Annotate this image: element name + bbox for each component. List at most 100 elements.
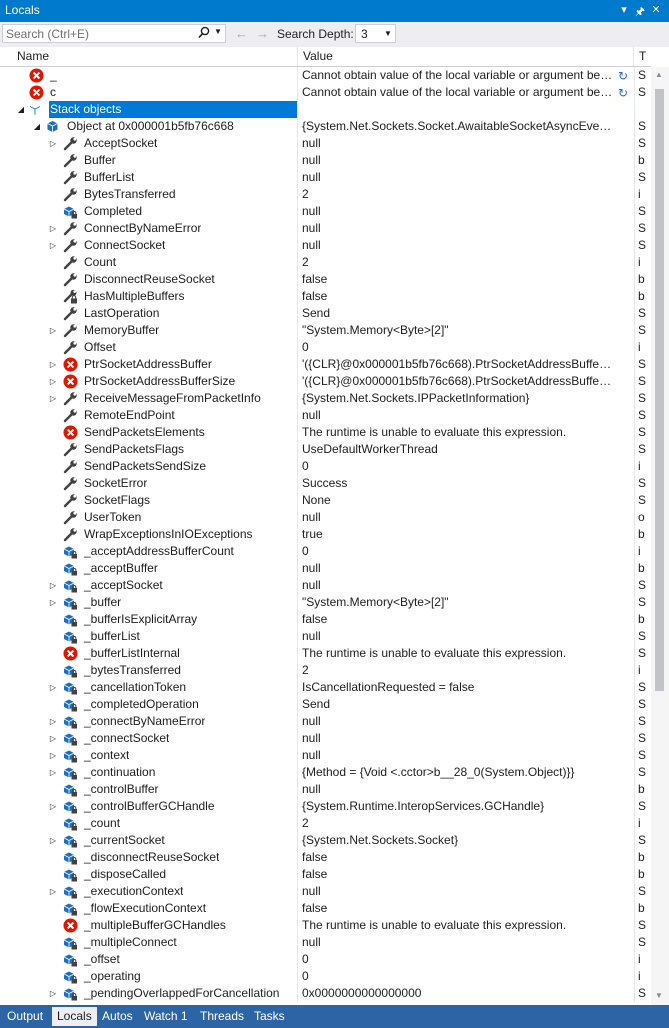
search-input[interactable] (6, 26, 192, 41)
grid-row[interactable]: _disconnectReuseSocket false b (0, 849, 651, 866)
tab-output[interactable]: Output (2, 1007, 48, 1026)
row-value[interactable]: false (302, 611, 614, 628)
row-value[interactable]: Send (302, 305, 614, 322)
collapse-triangle-icon[interactable]: ◢ (32, 121, 42, 132)
row-value[interactable]: null (302, 577, 614, 594)
expand-triangle-icon[interactable]: ▷ (48, 886, 58, 897)
grid-row[interactable]: SendPacketsSendSize 0 i (0, 458, 651, 475)
grid-row[interactable]: Count 2 i (0, 254, 651, 271)
row-value[interactable]: {System.Net.Sockets.Socket} (302, 832, 614, 849)
vertical-scrollbar[interactable]: ▲ ▼ (651, 67, 669, 1005)
row-value[interactable]: Cannot obtain value of the local variabl… (302, 67, 614, 84)
row-value[interactable]: 2 (302, 186, 614, 203)
row-value[interactable]: 0 (302, 458, 614, 475)
row-value[interactable]: {System.Runtime.InteropServices.GCHandle… (302, 798, 614, 815)
grid-row[interactable]: ▷ _continuation {Method = {Void <.cctor>b_… (0, 764, 651, 781)
expand-triangle-icon[interactable]: ▷ (48, 597, 58, 608)
search-depth-select[interactable]: 3 ▼ (355, 24, 396, 43)
grid-row[interactable]: ▷ _controlBufferGCHandle {System.Runtime.I… (0, 798, 651, 815)
scroll-up-arrow-icon[interactable]: ▲ (655, 70, 663, 79)
row-value[interactable]: null (302, 628, 614, 645)
grid-row[interactable]: RemoteEndPoint null S (0, 407, 651, 424)
grid-row[interactable]: SendPacketsFlags UseDefaultWorkerThread S (0, 441, 651, 458)
row-value[interactable]: null (302, 883, 614, 900)
column-header-value[interactable]: Value (298, 47, 634, 66)
column-header-type[interactable]: T (634, 47, 651, 66)
row-value[interactable]: {System.Net.Sockets.Socket.AwaitableSock… (302, 118, 614, 135)
expand-triangle-icon[interactable]: ▷ (48, 750, 58, 761)
grid-row[interactable]: Completed null S (0, 203, 651, 220)
grid-row[interactable]: Buffer null b (0, 152, 651, 169)
search-previous-arrow-left-icon[interactable]: ← (235, 26, 248, 41)
grid-row[interactable]: c Cannot obtain value of the local variab… (0, 84, 651, 101)
grid-row[interactable]: ▷ PtrSocketAddressBuffer '({CLR}@0x000001b… (0, 356, 651, 373)
row-value[interactable]: null (302, 781, 614, 798)
grid-row[interactable]: _bytesTransferred 2 i (0, 662, 651, 679)
row-value[interactable]: 0 (302, 339, 614, 356)
search-options-chevron-down-icon[interactable]: ▼ (214, 27, 222, 36)
row-value[interactable]: null (302, 730, 614, 747)
grid-row[interactable]: ▷ _acceptSocket null S (0, 577, 651, 594)
grid-row[interactable]: _acceptAddressBufferCount 0 i (0, 543, 651, 560)
dropdown-icon[interactable]: ▾ (617, 3, 631, 16)
row-value[interactable]: true (302, 526, 614, 543)
grid-row[interactable]: ▷ MemoryBuffer "System.Memory<Byte>[2]" S (0, 322, 651, 339)
grid-row[interactable]: ▷ _executionContext null S (0, 883, 651, 900)
row-value[interactable]: null (302, 237, 614, 254)
grid-row[interactable]: _offset 0 i (0, 951, 651, 968)
grid-row[interactable]: ▷ _context null S (0, 747, 651, 764)
row-value[interactable]: null (302, 509, 614, 526)
grid-row[interactable]: ▷ _connectByNameError null S (0, 713, 651, 730)
expand-triangle-icon[interactable]: ▷ (48, 359, 58, 370)
row-value[interactable]: {System.Net.Sockets.IPPacketInformation} (302, 390, 614, 407)
expand-triangle-icon[interactable]: ▷ (48, 801, 58, 812)
row-value[interactable]: The runtime is unable to evaluate this e… (302, 645, 614, 662)
grid-row[interactable]: _multipleConnect null S (0, 934, 651, 951)
row-value[interactable]: null (302, 152, 614, 169)
row-value[interactable]: false (302, 866, 614, 883)
expand-triangle-icon[interactable]: ▷ (48, 223, 58, 234)
grid-row[interactable]: _ Cannot obtain value of the local variab… (0, 67, 651, 84)
grid-row[interactable]: SocketError Success S (0, 475, 651, 492)
expand-triangle-icon[interactable]: ▷ (48, 835, 58, 846)
refresh-icon[interactable]: ↻ (618, 86, 628, 100)
grid-row[interactable]: _operating 0 i (0, 968, 651, 985)
row-value[interactable]: null (302, 747, 614, 764)
row-value[interactable]: Send (302, 696, 614, 713)
grid-row[interactable]: DisconnectReuseSocket false b (0, 271, 651, 288)
tab-tasks[interactable]: Tasks (249, 1007, 290, 1026)
row-value[interactable]: "System.Memory<Byte>[2]" (302, 322, 614, 339)
row-value[interactable]: Success (302, 475, 614, 492)
row-value[interactable]: 2 (302, 815, 614, 832)
refresh-icon[interactable]: ↻ (618, 69, 628, 83)
row-value[interactable]: {Method = {Void <.cctor>b__28_0(System.O… (302, 764, 614, 781)
collapse-triangle-icon[interactable]: ◢ (16, 104, 26, 115)
expand-triangle-icon[interactable]: ▷ (48, 376, 58, 387)
row-value[interactable]: null (302, 203, 614, 220)
row-value[interactable]: false (302, 288, 614, 305)
row-value[interactable]: false (302, 849, 614, 866)
row-value[interactable]: null (302, 169, 614, 186)
grid-row[interactable]: _bufferList null S (0, 628, 651, 645)
close-icon[interactable]: ✕ (649, 3, 663, 16)
grid-row[interactable]: BufferList null S (0, 169, 651, 186)
row-value[interactable]: null (302, 220, 614, 237)
row-value[interactable]: The runtime is unable to evaluate this e… (302, 917, 614, 934)
tab-threads[interactable]: Threads (195, 1007, 249, 1026)
grid-row[interactable]: _flowExecutionContext false b (0, 900, 651, 917)
tab-locals[interactable]: Locals (52, 1007, 97, 1026)
grid-row[interactable]: ▷ PtrSocketAddressBufferSize '({CLR}@0x000… (0, 373, 651, 390)
grid-row[interactable]: Offset 0 i (0, 339, 651, 356)
search-icon[interactable] (198, 26, 210, 42)
grid-row[interactable]: SocketFlags None S (0, 492, 651, 509)
row-value[interactable]: '({CLR}@0x000001b5fb76c668).PtrSocketAdd… (302, 373, 614, 390)
row-value[interactable]: 0x0000000000000000 (302, 985, 614, 1002)
grid-row[interactable]: _controlBuffer null b (0, 781, 651, 798)
grid-row[interactable]: _disposeCalled false b (0, 866, 651, 883)
row-value[interactable]: null (302, 407, 614, 424)
column-header-name[interactable]: Name (12, 47, 298, 66)
expand-triangle-icon[interactable]: ▷ (48, 393, 58, 404)
row-value[interactable]: UseDefaultWorkerThread (302, 441, 614, 458)
expand-triangle-icon[interactable]: ▷ (48, 580, 58, 591)
row-value[interactable]: 0 (302, 951, 614, 968)
